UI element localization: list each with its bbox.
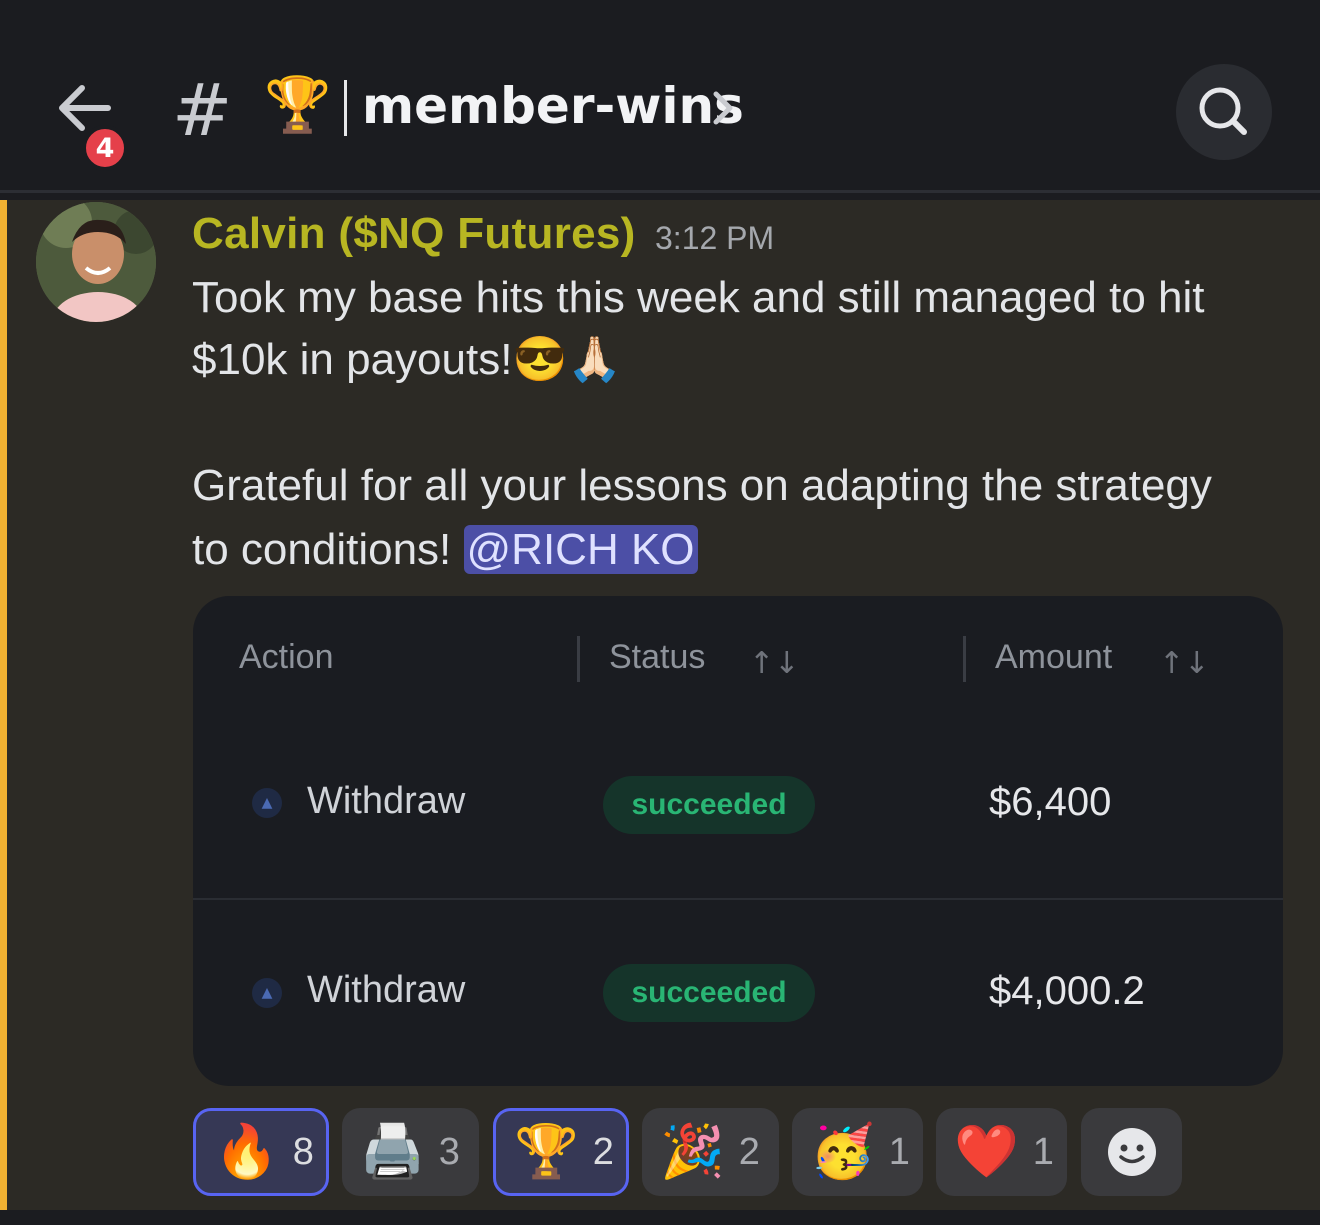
search-icon	[1199, 87, 1247, 135]
reaction-printer[interactable]: 🖨️ 3	[342, 1108, 479, 1196]
row-amount: $4,000.2	[989, 969, 1145, 1013]
reaction-heart[interactable]: ❤️ 1	[936, 1108, 1067, 1196]
message-line: Grateful for all your lessons on adaptin…	[192, 461, 1212, 510]
status-badge: succeeded	[603, 964, 815, 1022]
column-divider	[963, 636, 966, 682]
reaction-count: 8	[292, 1130, 314, 1173]
reaction-count: 1	[888, 1130, 910, 1173]
row-action: Withdraw	[307, 780, 466, 822]
timestamp: 3:12 PM	[655, 220, 775, 256]
party-face-icon: 🥳	[810, 1122, 875, 1182]
reaction-fire[interactable]: 🔥 8	[193, 1108, 329, 1196]
sort-icon: ↑↓	[749, 646, 800, 681]
unread-badge: 4	[82, 125, 128, 171]
attachment-image[interactable]: Action Status ↑↓ Amount ↑↓ ▲ Withdraw su…	[193, 596, 1283, 1086]
column-header-amount: Amount	[995, 638, 1113, 676]
column-header-status: Status	[609, 638, 706, 676]
row-action: Withdraw	[307, 969, 466, 1011]
bottom-strip	[0, 1210, 1320, 1225]
column-divider	[577, 636, 580, 682]
message-text: to conditions!	[192, 525, 464, 574]
reaction-party-face[interactable]: 🥳 1	[792, 1108, 923, 1196]
printer-icon: 🖨️	[360, 1122, 425, 1182]
row-divider	[193, 898, 1283, 900]
avatar-image	[36, 202, 156, 322]
message: Calvin ($NQ Futures) 3:12 PM Took my bas…	[0, 200, 1320, 1210]
row-amount: $6,400	[989, 780, 1112, 824]
chevron-right-icon[interactable]	[708, 86, 738, 130]
header-divider	[0, 190, 1320, 193]
expand-icon: ▲	[252, 978, 282, 1008]
reaction-party-popper[interactable]: 🎉 2	[642, 1108, 779, 1196]
channel-hash-icon: #	[172, 68, 233, 152]
reaction-count: 2	[738, 1130, 760, 1173]
channel-separator	[344, 80, 347, 136]
heart-icon: ❤️	[954, 1122, 1019, 1182]
status-badge: succeeded	[603, 776, 815, 834]
search-button[interactable]	[1176, 64, 1272, 160]
reaction-count: 1	[1032, 1130, 1054, 1173]
fire-icon: 🔥	[214, 1122, 279, 1182]
message-line: to conditions! @RICH KO	[192, 520, 698, 580]
trophy-icon: 🏆	[514, 1122, 579, 1182]
reaction-count: 2	[592, 1130, 614, 1173]
avatar[interactable]	[36, 202, 156, 322]
expand-icon: ▲	[252, 788, 282, 818]
add-reaction-button[interactable]	[1081, 1108, 1182, 1196]
mention-highlight-bar	[0, 200, 7, 1210]
channel-name[interactable]: member-wins	[362, 76, 744, 136]
channel-header: 4 # 🏆 member-wins	[0, 0, 1320, 190]
smiley-icon	[1107, 1128, 1156, 1176]
sort-icon: ↑↓	[1159, 646, 1210, 681]
column-header-action: Action	[239, 638, 334, 676]
author-name[interactable]: Calvin ($NQ Futures)	[192, 206, 636, 262]
reaction-count: 3	[438, 1130, 460, 1173]
message-line: Took my base hits this week and still ma…	[192, 273, 1205, 322]
message-line: $10k in payouts!😎🙏🏻	[192, 335, 623, 384]
reaction-trophy[interactable]: 🏆 2	[493, 1108, 629, 1196]
party-popper-icon: 🎉	[660, 1122, 725, 1182]
user-mention[interactable]: @RICH KO	[463, 525, 698, 574]
channel-emoji: 🏆	[264, 73, 332, 136]
